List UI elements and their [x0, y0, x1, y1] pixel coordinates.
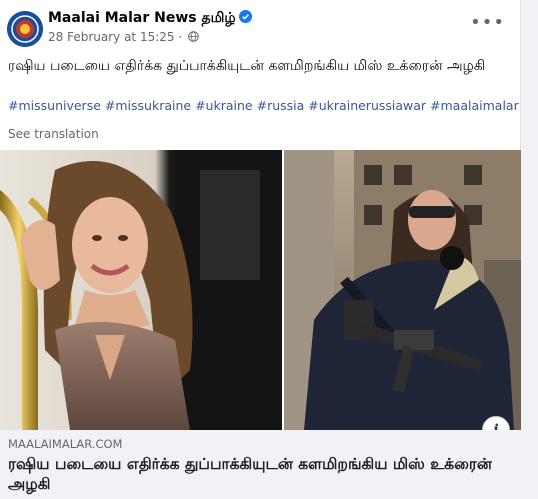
- hashtag[interactable]: #russia: [257, 98, 305, 113]
- hashtag[interactable]: #ukrainerussiawar: [308, 98, 426, 113]
- link-preview[interactable]: MAALAIMALAR.COM ரஷிய படையை எதிர்க்க துப்…: [0, 430, 521, 499]
- woman-soldier-photo: [284, 150, 521, 430]
- link-title[interactable]: ரஷிய படையை எதிர்க்க துப்பாக்கியுடன் களமி…: [8, 454, 508, 494]
- more-options-icon[interactable]: •••: [470, 12, 505, 33]
- post-timestamp[interactable]: 28 February at 15:25: [48, 30, 175, 44]
- page-name-row: Maalai Malar News தமிழ்: [48, 10, 252, 28]
- page-avatar[interactable]: [7, 11, 43, 47]
- see-translation-link[interactable]: See translation: [8, 127, 99, 141]
- page-name[interactable]: Maalai Malar News தமிழ்: [48, 10, 236, 26]
- verified-badge-icon: [238, 10, 252, 23]
- globe-icon: [188, 31, 199, 42]
- post-header: Maalai Malar News தமிழ் 28 February at 1…: [0, 0, 521, 56]
- hashtag[interactable]: #missuniverse: [8, 98, 101, 113]
- woman-portrait-photo: [0, 150, 282, 430]
- post-text: ரஷிய படையை எதிர்க்க துப்பாக்கியுடன் களமி…: [8, 58, 486, 74]
- post-meta: 28 February at 15:25 ·: [48, 30, 199, 44]
- hashtag[interactable]: #ukraine: [195, 98, 253, 113]
- hashtag-list: #missuniverse #missukraine #ukraine #rus…: [8, 97, 519, 114]
- hashtag[interactable]: #missukraine: [105, 98, 191, 113]
- hashtag[interactable]: #maalaimalar: [430, 98, 519, 113]
- link-preview-image[interactable]: i: [0, 150, 521, 430]
- meta-separator: ·: [174, 30, 186, 44]
- post-card: Maalai Malar News தமிழ் 28 February at 1…: [0, 0, 521, 499]
- link-domain: MAALAIMALAR.COM: [8, 437, 123, 451]
